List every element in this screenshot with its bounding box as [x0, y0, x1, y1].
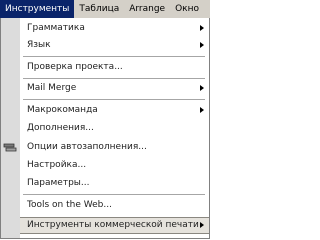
menu-icon-strip — [1, 18, 20, 238]
chevron-right-icon — [200, 42, 204, 48]
tools-icon — [3, 143, 17, 152]
menu-item-options[interactable]: Параметры... — [20, 175, 209, 192]
menu-item-label: Tools on the Web... — [27, 200, 112, 210]
menu-separator — [23, 56, 205, 57]
menu-separator — [23, 194, 205, 195]
menu-item-language[interactable]: Язык — [20, 37, 209, 54]
menu-item-grammar[interactable]: Грамматика — [20, 20, 209, 37]
menu-item-label: Mail Merge — [27, 83, 77, 93]
menu-item-autocorrect-options[interactable]: Опции автозаполнения... — [20, 139, 209, 156]
menu-item-label: Настройка... — [27, 160, 87, 170]
menu-item-label: Проверка проекта... — [27, 62, 123, 72]
menubar-item-window[interactable]: Окно — [170, 0, 204, 18]
menubar-item-arrange[interactable]: Arrange — [124, 0, 170, 18]
menu-item-label: Опции автозаполнения... — [27, 142, 147, 152]
menu-bar: Инструменты Таблица Arrange Окно — [0, 0, 210, 19]
tools-dropdown-menu: Грамматика Язык Проверка проекта... Mail… — [0, 18, 210, 239]
menu-item-label: Параметры... — [27, 178, 90, 188]
menu-separator — [23, 78, 205, 79]
menu-item-label: Инструменты коммерческой печати — [27, 220, 199, 230]
menubar-item-tools[interactable]: Инструменты — [0, 0, 75, 18]
menu-item-check-project[interactable]: Проверка проекта... — [20, 59, 209, 76]
chevron-right-icon — [200, 107, 204, 113]
menu-item-label: Грамматика — [27, 23, 85, 33]
menu-item-macro[interactable]: Макрокоманда — [20, 102, 209, 119]
menu-item-tools-on-the-web[interactable]: Tools on the Web... — [20, 197, 209, 214]
menu-item-label: Язык — [27, 40, 51, 50]
menu-separator — [23, 99, 205, 100]
menu-item-commercial-printing-tools[interactable]: Инструменты коммерческой печати — [20, 217, 209, 234]
chevron-right-icon — [200, 25, 204, 31]
menubar-item-table[interactable]: Таблица — [74, 0, 124, 18]
menu-item-customize[interactable]: Настройка... — [20, 157, 209, 174]
menu-item-label: Дополнения... — [27, 123, 94, 133]
chevron-right-icon — [200, 222, 204, 228]
chevron-right-icon — [200, 85, 204, 91]
menu-item-mail-merge[interactable]: Mail Merge — [20, 80, 209, 97]
menu-item-label: Макрокоманда — [27, 105, 98, 115]
menu-item-add-ins[interactable]: Дополнения... — [20, 120, 209, 137]
